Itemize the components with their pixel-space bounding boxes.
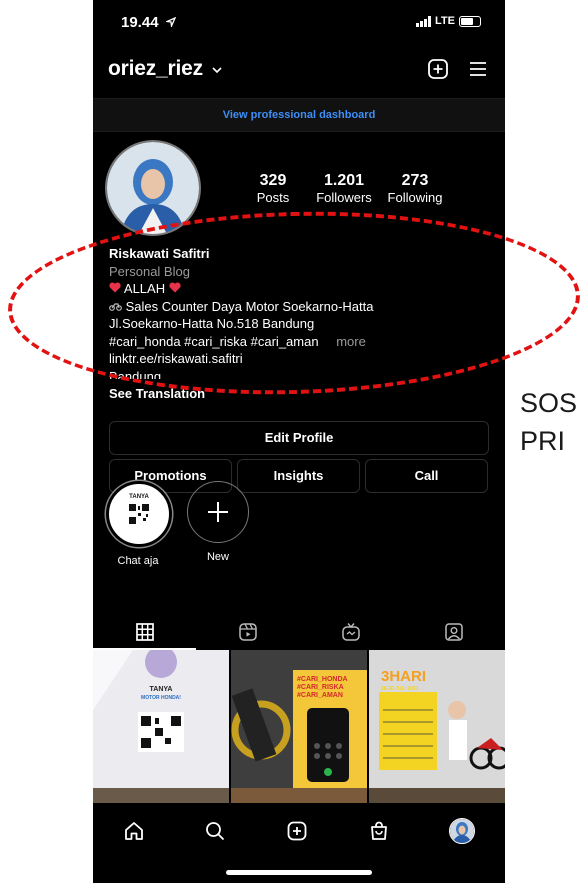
avatar-photo: [450, 819, 475, 843]
motorcycle-icon: [109, 302, 122, 311]
bio-line-2: Sales Counter Daya Motor Soekarno-Hatta: [109, 298, 499, 316]
profile-bio: Riskawati Safitri Personal Blog ALLAH Sa…: [109, 245, 499, 379]
new-post-icon[interactable]: [427, 58, 449, 80]
more-link[interactable]: more: [336, 334, 366, 349]
signal-icon: [416, 15, 432, 27]
profile-header: oriez_riez: [93, 55, 505, 91]
chevron-down-icon: [211, 67, 222, 74]
post-caption: #CARI_HONDA: [297, 676, 348, 683]
plus-icon: [208, 502, 228, 522]
header-actions: [427, 58, 489, 80]
annotation-text-line-1: SOS: [520, 388, 578, 418]
highlight-cover-text: TANYA: [129, 494, 149, 500]
bio-line-4: #cari_honda #cari_riska #cari_aman more: [109, 333, 499, 351]
status-indicators: LTE: [416, 15, 481, 27]
profile-avatar[interactable]: [105, 140, 201, 236]
username: oriez_riez: [108, 57, 203, 80]
home-icon[interactable]: [123, 820, 145, 842]
tagged-tab-icon[interactable]: [444, 622, 464, 642]
menu-icon[interactable]: [467, 58, 489, 80]
post-thumbnail[interactable]: 3HARI 28-30 JULI 2021: [369, 650, 505, 803]
post-thumbnail[interactable]: #CARI_HONDA #CARI_RISKA #CARI_AMAN: [231, 650, 367, 803]
heart-icon: [169, 282, 181, 293]
bio-link[interactable]: linktr.ee/riskawati.safitri: [109, 350, 499, 368]
battery-icon: [459, 15, 481, 27]
stat-following[interactable]: 273 Following: [381, 172, 449, 205]
post-caption: MOTOR HONDA!: [141, 695, 181, 701]
highlight-new[interactable]: New: [186, 481, 250, 563]
post-caption: 28-30 JULI 2021: [381, 686, 419, 692]
igtv-tab-icon[interactable]: [341, 622, 361, 642]
post-image: [231, 650, 367, 803]
create-icon[interactable]: [286, 820, 308, 842]
username-switcher[interactable]: oriez_riez: [108, 57, 223, 81]
highlight-chat-aja[interactable]: TANYA Chat aja: [106, 481, 172, 567]
post-caption: TANYA: [149, 686, 173, 693]
post-caption: #CARI_RISKA: [297, 684, 344, 691]
post-caption: 3HARI: [381, 668, 427, 685]
insights-button[interactable]: Insights: [237, 459, 360, 493]
location-arrow-icon: [164, 16, 176, 29]
post-caption: #CARI_AMAN: [297, 692, 343, 699]
edit-profile-button[interactable]: Edit Profile: [109, 421, 489, 455]
category-label: Personal Blog: [109, 263, 190, 279]
bio-line-3: Jl.Soekarno-Hatta No.518 Bandung: [109, 316, 315, 331]
bio-hashtags[interactable]: #cari_honda #cari_riska #cari_aman: [109, 334, 319, 349]
profile-tabs: [93, 614, 505, 650]
professional-dashboard-link[interactable]: View professional dashboard: [93, 98, 505, 132]
avatar-photo: [107, 142, 199, 234]
highlight-label: Chat aja: [117, 555, 159, 567]
annotation-text-line-2: PRI: [520, 426, 566, 456]
home-indicator: [226, 870, 372, 875]
display-name: Riskawati Safitri: [109, 246, 210, 261]
heart-icon: [109, 282, 121, 293]
bio-city: Bandung: [109, 368, 162, 379]
call-button[interactable]: Call: [365, 459, 488, 493]
search-icon[interactable]: [204, 820, 226, 842]
stat-posts[interactable]: 329 Posts: [243, 172, 303, 205]
bio-line-1: ALLAH: [109, 280, 499, 298]
post-grid: TANYA MOTOR HONDA! #CARI_HONDA #CARI_RIS…: [93, 650, 505, 803]
post-image: [93, 650, 229, 803]
reels-tab-icon[interactable]: [238, 622, 258, 642]
phone-screen: 19.44 LTE oriez_riez View professional d…: [93, 0, 505, 883]
highlight-label: New: [206, 551, 229, 563]
grid-tab-icon[interactable]: [135, 622, 155, 642]
bottom-navigation: [93, 806, 505, 856]
status-time: 19.44: [121, 14, 176, 31]
highlight-cover: TANYA: [106, 481, 172, 547]
highlight-new-circle: [187, 481, 249, 543]
stat-followers[interactable]: 1.201 Followers: [311, 172, 377, 205]
post-thumbnail[interactable]: TANYA MOTOR HONDA!: [93, 650, 229, 803]
network-label: LTE: [435, 15, 455, 27]
qr-code-icon: [128, 503, 150, 525]
see-translation-link[interactable]: See Translation: [109, 386, 205, 401]
status-bar: 19.44 LTE: [93, 0, 505, 46]
profile-tab-avatar[interactable]: [449, 818, 476, 844]
shop-icon[interactable]: [368, 820, 390, 842]
profile-stats: 329 Posts 1.201 Followers 273 Following: [243, 172, 449, 205]
